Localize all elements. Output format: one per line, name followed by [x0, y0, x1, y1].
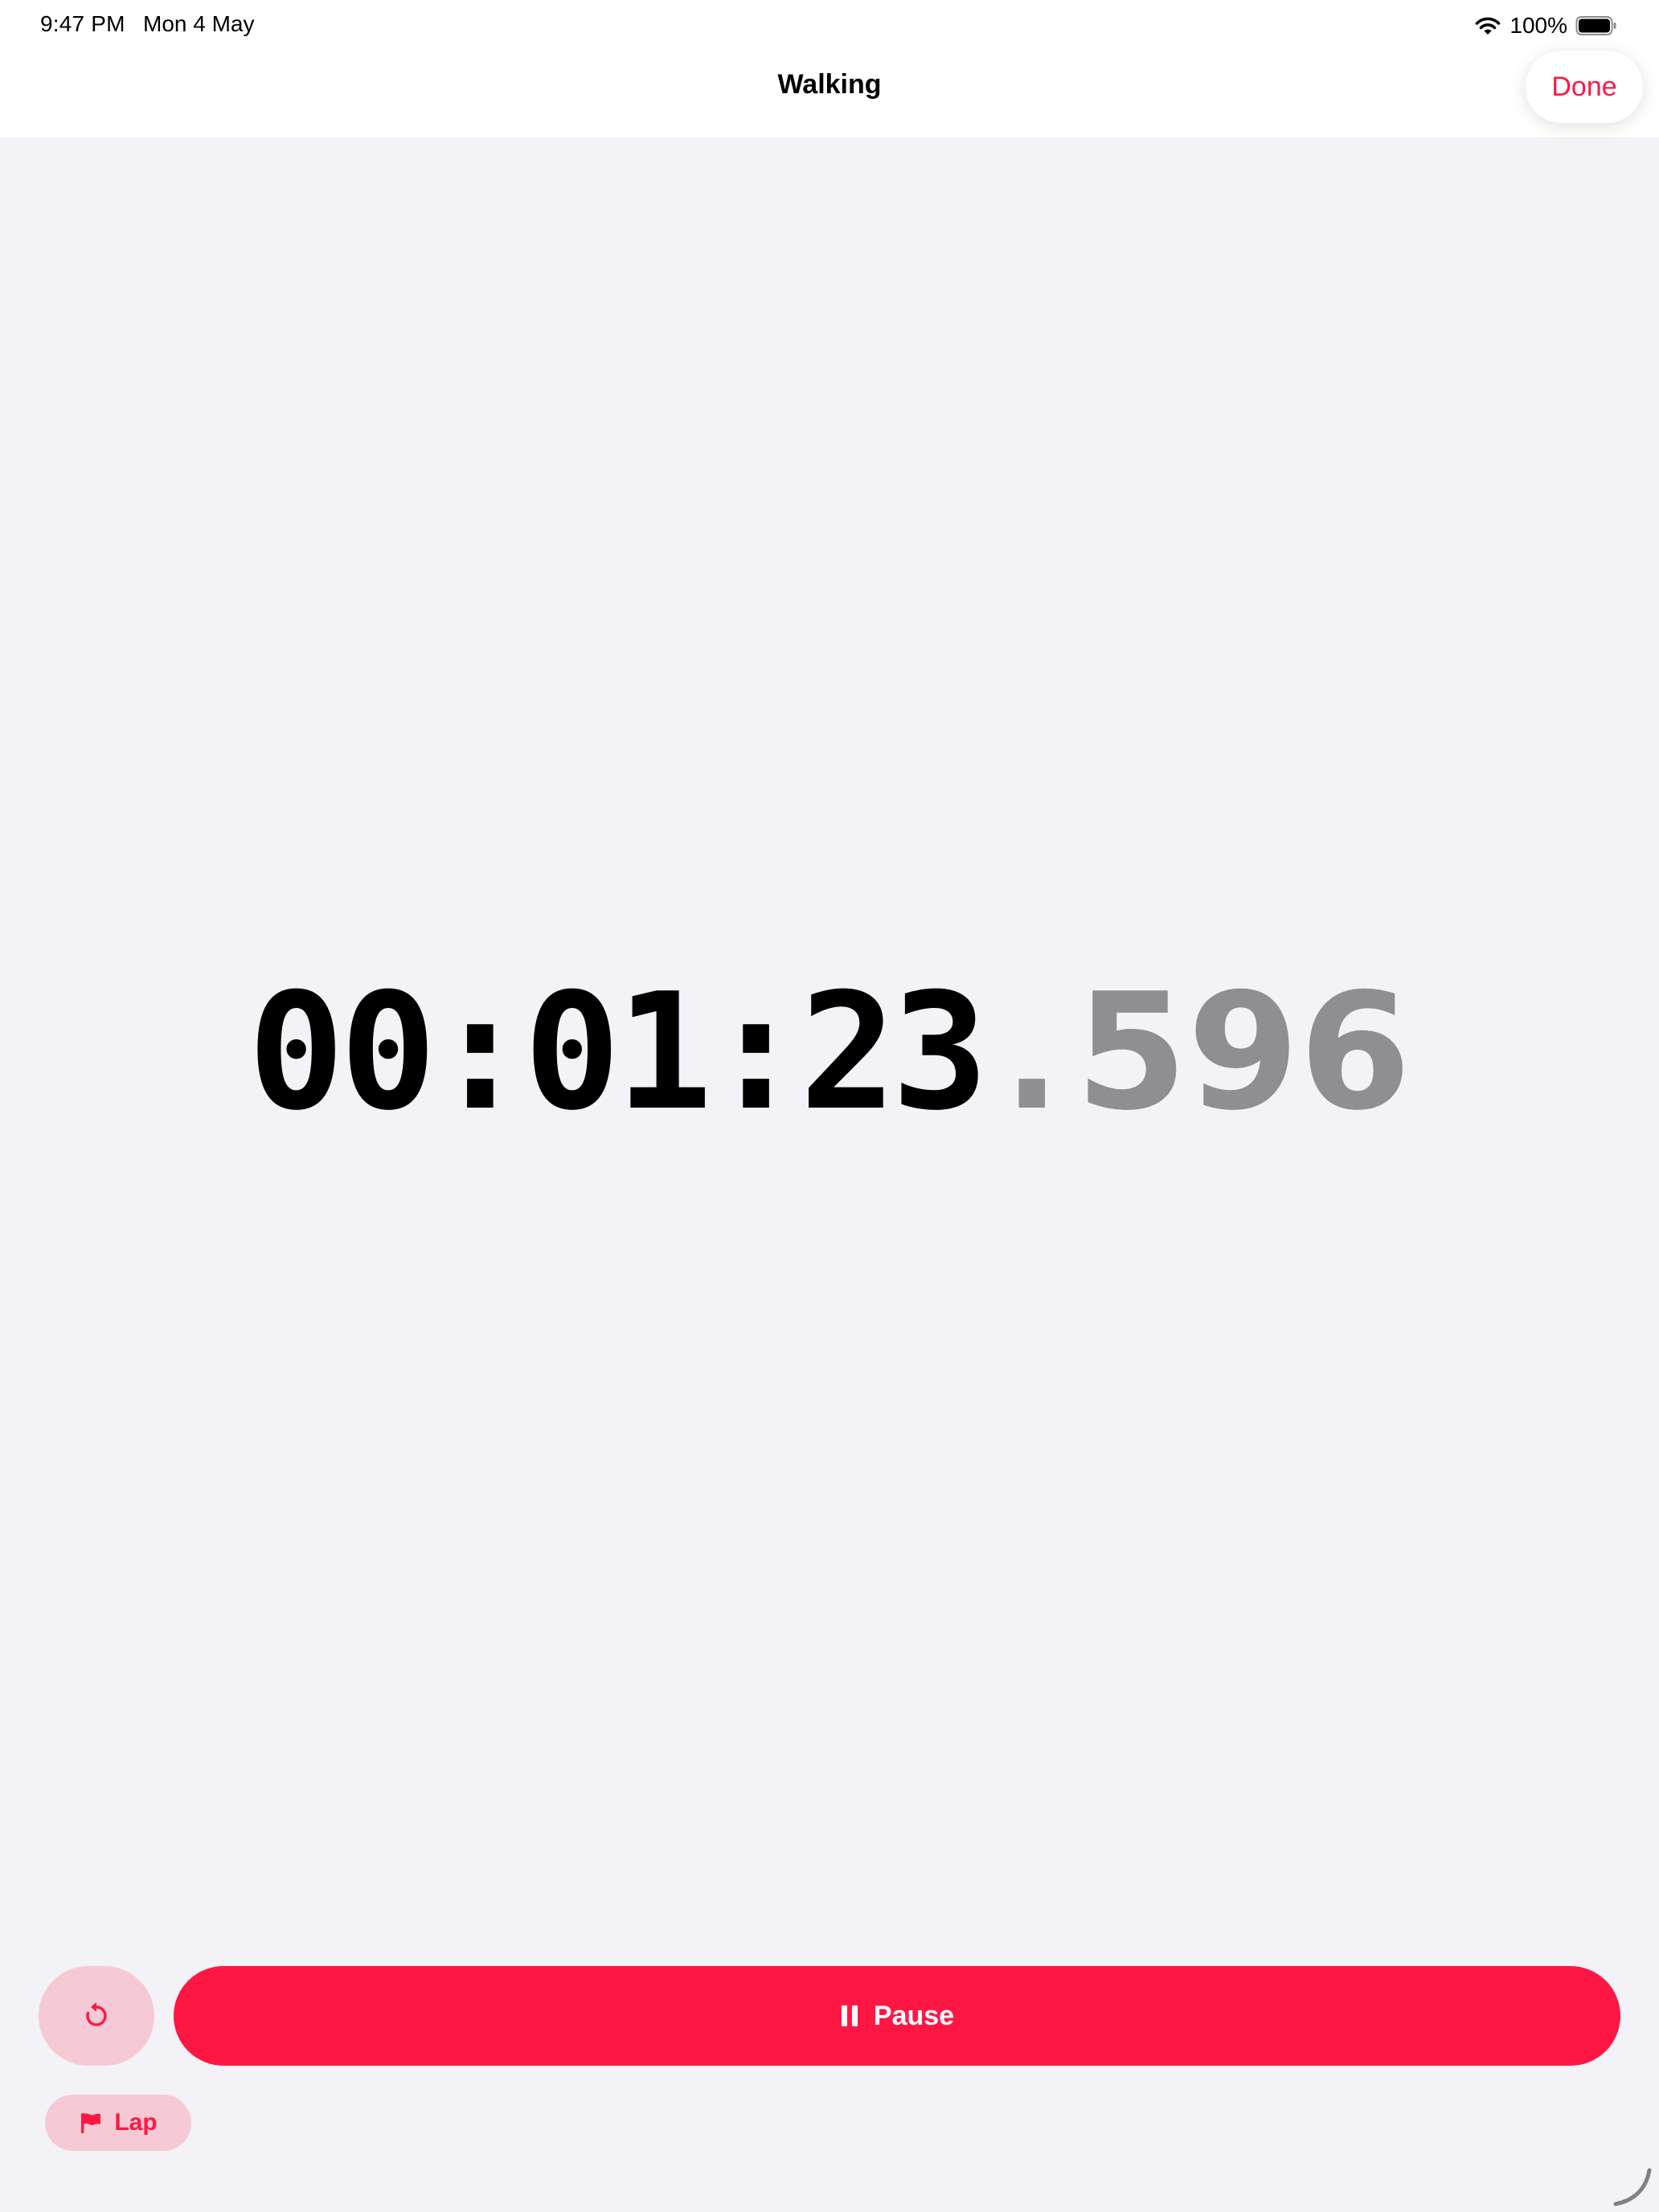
done-button[interactable]: Done — [1526, 51, 1643, 123]
timer-main: 00:01:23 — [248, 959, 988, 1146]
pause-button[interactable]: Pause — [174, 1966, 1620, 2066]
reset-icon — [86, 2002, 107, 2026]
pause-label: Pause — [873, 2000, 955, 2031]
lap-label: Lap — [114, 2109, 158, 2136]
reset-button[interactable] — [39, 1966, 154, 2066]
top-bar: 9:47 PM Mon 4 May 100% Walking Done — [0, 0, 1659, 137]
status-date: Mon 4 May — [143, 11, 255, 36]
wifi-icon — [1476, 17, 1501, 35]
battery-full-icon — [1575, 16, 1616, 35]
timer-separator: . — [983, 959, 1080, 1146]
page-title: Walking — [777, 69, 882, 100]
timer-fraction: 596 — [1075, 959, 1411, 1146]
pause-icon — [841, 2005, 858, 2026]
stopwatch-display: 00:01:23.596 — [0, 961, 1659, 1145]
battery-percentage: 100% — [1509, 13, 1567, 38]
resize-handle-icon — [1613, 2168, 1652, 2206]
status-indicators: 100% — [1474, 11, 1617, 40]
lap-button[interactable]: Lap — [45, 2095, 191, 2151]
status-time: 9:47 PM — [40, 11, 125, 36]
flag-icon — [81, 2113, 101, 2133]
